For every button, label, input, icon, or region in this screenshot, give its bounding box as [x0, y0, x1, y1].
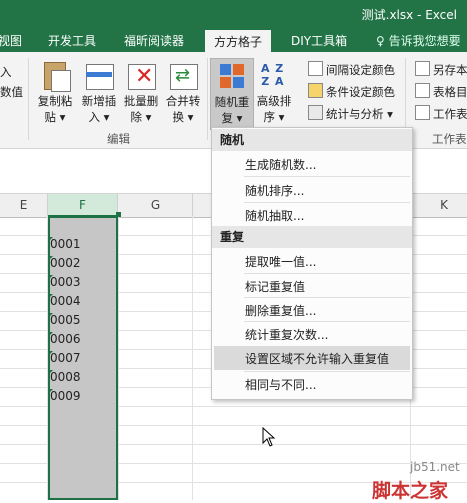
insert-table-icon [83, 60, 115, 92]
tell-me-text: 告诉我您想要 [388, 34, 461, 48]
text-number-indicator [48, 294, 53, 299]
advanced-sort-button[interactable]: AZ ZA 高级排 序 ▾ [253, 60, 295, 125]
table-of-contents-button[interactable]: 表格目 [415, 83, 467, 100]
text-number-indicator [48, 237, 53, 242]
partial-label-2: 数值 [0, 85, 23, 99]
cell-f[interactable]: 0006 [50, 332, 81, 346]
sort-az-icon: AZ ZA [261, 62, 284, 88]
cell-f[interactable]: 0004 [50, 294, 81, 308]
menu-section-random: 随机 [212, 129, 412, 151]
clipboard-icon [39, 60, 71, 92]
random-repeat-icon [216, 61, 248, 93]
delete-table-icon: ✕ [125, 60, 157, 92]
menu-item-random-pick[interactable]: 随机抽取... [245, 207, 304, 224]
column-header-e[interactable]: E [0, 194, 48, 217]
menu-item-mark-duplicates[interactable]: 标记重复值 [245, 278, 305, 295]
menu-item-random-sort[interactable]: 随机排序... [245, 182, 304, 199]
worksheet-icon [415, 105, 430, 120]
worksheet-button[interactable]: 工作表 [415, 105, 467, 122]
window-title: 测试.xlsx - Excel [361, 8, 457, 22]
menu-item-same-different[interactable]: 相同与不同... [245, 376, 316, 393]
cell-f[interactable]: 0008 [50, 370, 81, 384]
insert-button[interactable]: 新增插 入 ▾ [78, 60, 120, 125]
tab-developer[interactable]: 开发工具 [48, 32, 96, 49]
menu-item-delete-duplicates[interactable]: 删除重复值... [245, 302, 316, 319]
tab-view[interactable]: 视图 [0, 32, 22, 49]
random-repeat-menu: 随机 生成随机数... 随机排序... 随机抽取... 重复 提取唯一值... … [211, 127, 413, 400]
statistics-analysis-button[interactable]: 统计与分析 ▾ [308, 105, 393, 122]
tab-foxit-reader[interactable]: 福昕阅读器 [124, 32, 184, 49]
mouse-cursor-icon [262, 427, 276, 447]
column-header-k[interactable]: K [410, 194, 467, 217]
cell-f[interactable]: 0003 [50, 275, 81, 289]
column-header-f[interactable]: F [48, 194, 118, 217]
menu-item-count-duplicates[interactable]: 统计重复次数... [245, 326, 328, 343]
interval-color-button[interactable]: 间隔设定颜色 [308, 61, 395, 78]
text-number-indicator [48, 370, 53, 375]
menu-item-extract-unique[interactable]: 提取唯一值... [245, 253, 316, 270]
cell-f[interactable]: 0007 [50, 351, 81, 365]
copy-paste-button[interactable]: 复制粘 贴 ▾ [34, 60, 76, 125]
interval-color-icon [308, 61, 323, 76]
text-number-indicator [48, 275, 53, 280]
tell-me-box[interactable]: ♀ 告诉我您想要 [376, 32, 461, 49]
group-divider [207, 58, 208, 140]
cell-f[interactable]: 0002 [50, 256, 81, 270]
tab-diy-toolbox[interactable]: DIY工具箱 [291, 32, 347, 49]
text-number-indicator [48, 313, 53, 318]
condition-color-button[interactable]: 条件设定颜色 [308, 83, 395, 100]
group-label-worksheet: 工作表 [432, 132, 467, 146]
table-icon [415, 83, 430, 98]
merge-convert-button[interactable]: ⇄ 合并转 换 ▾ [162, 60, 204, 125]
statistics-icon [308, 105, 323, 120]
condition-color-icon [308, 83, 323, 98]
fill-handle[interactable] [116, 212, 121, 217]
cell-f[interactable]: 0001 [50, 237, 81, 251]
batch-delete-button[interactable]: ✕ 批量删 除 ▾ [120, 60, 162, 125]
text-number-indicator [48, 351, 53, 356]
cell-f[interactable]: 0009 [50, 389, 81, 403]
menu-section-repeat: 重复 [212, 226, 412, 248]
save-copy-button[interactable]: 另存本 [415, 61, 467, 78]
group-label-edit: 编辑 [107, 132, 130, 146]
watermark-site: jb51.net [410, 460, 460, 474]
menu-item-generate-random[interactable]: 生成随机数... [245, 156, 316, 173]
text-number-indicator [48, 332, 53, 337]
watermark-brand: 脚本之家 [372, 480, 449, 502]
merge-convert-icon: ⇄ [167, 60, 199, 92]
title-bar: 测试.xlsx - Excel [0, 0, 467, 28]
text-number-indicator [48, 389, 53, 394]
ribbon-tab-bar: 视图 开发工具 福昕阅读器 方方格子 DIY工具箱 ♀ 告诉我您想要 [0, 28, 467, 55]
group-divider [28, 58, 29, 140]
save-copy-icon [415, 61, 430, 76]
lightbulb-icon: ♀ [376, 34, 385, 48]
column-header-g[interactable]: G [119, 194, 193, 217]
partial-label-1: 入 [0, 65, 12, 79]
text-number-indicator [48, 256, 53, 261]
random-repeat-button[interactable]: 随机重 复 ▾ [210, 58, 254, 130]
menu-item-prevent-duplicates[interactable]: 设置区域不允许输入重复值 [245, 350, 389, 367]
cell-f[interactable]: 0005 [50, 313, 81, 327]
